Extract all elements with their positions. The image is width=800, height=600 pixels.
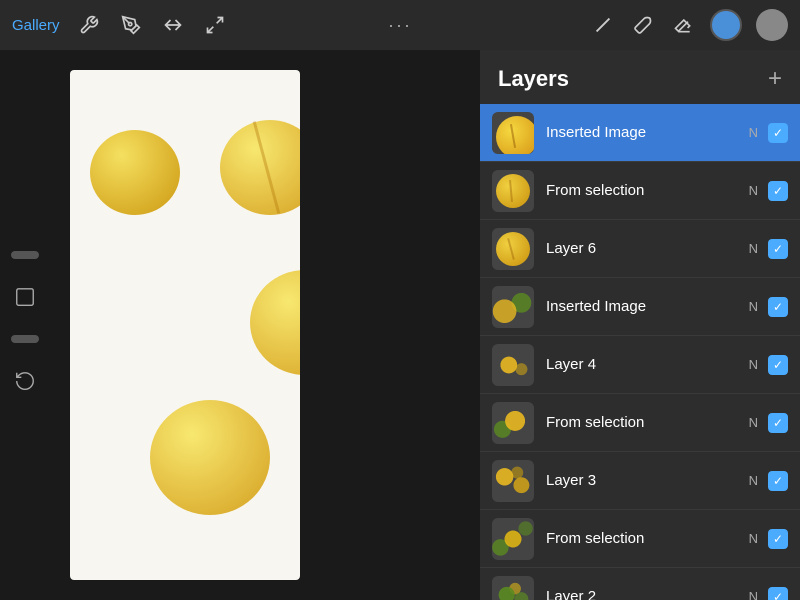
layer-mode: N — [749, 299, 758, 314]
layer-item[interactable]: Inserted Image N — [480, 278, 800, 336]
transform-tool[interactable] — [202, 12, 228, 38]
layer-visibility-check[interactable] — [768, 587, 788, 600]
layer-mode: N — [749, 415, 758, 430]
layer-item[interactable]: From selection N — [480, 394, 800, 452]
layer-visibility-check[interactable] — [768, 239, 788, 259]
layer-item[interactable]: From selection N — [480, 510, 800, 568]
layers-panel: Layers + Inserted Image N From selection… — [480, 50, 800, 600]
layer-thumbnail — [492, 518, 534, 560]
layer-item[interactable]: From selection N — [480, 162, 800, 220]
opacity-slider[interactable] — [11, 335, 39, 343]
toolbar-center: ··· — [388, 15, 412, 36]
left-toolbar — [0, 50, 50, 600]
brush-size-slider[interactable] — [11, 251, 39, 259]
layer-mode: N — [749, 473, 758, 488]
canvas-surface — [70, 70, 300, 580]
toolbar-right — [590, 9, 788, 41]
layer-thumbnail — [492, 576, 534, 600]
layer-visibility-check[interactable] — [768, 471, 788, 491]
layer-thumbnail — [492, 170, 534, 212]
layer-name: Inserted Image — [546, 124, 749, 141]
layer-mode: N — [749, 183, 758, 198]
layer-name: Inserted Image — [546, 298, 749, 315]
lemon-top-left — [90, 130, 180, 215]
layer-visibility-check[interactable] — [768, 297, 788, 317]
selection-tool[interactable] — [7, 279, 43, 315]
layer-thumbnail — [492, 344, 534, 386]
layer-name: From selection — [546, 530, 749, 547]
layer-mode: N — [749, 125, 758, 140]
layer-thumbnail — [492, 286, 534, 328]
layer-visibility-check[interactable] — [768, 355, 788, 375]
layer-thumbnail — [492, 112, 534, 154]
layers-header: Layers + — [480, 50, 800, 104]
smudge-tool[interactable] — [160, 12, 186, 38]
layer-mode: N — [749, 241, 758, 256]
layer-thumbnail — [492, 228, 534, 270]
eraser-icon[interactable] — [670, 12, 696, 38]
layers-list: Inserted Image N From selection N Layer … — [480, 104, 800, 600]
layers-title: Layers — [498, 66, 569, 92]
layer-thumbnail — [492, 402, 534, 444]
layer-item[interactable]: Layer 6 N — [480, 220, 800, 278]
lemon-middle — [250, 270, 300, 375]
lemon-halved-top — [220, 120, 300, 215]
layer-visibility-check[interactable] — [768, 413, 788, 433]
layer-mode: N — [749, 357, 758, 372]
more-options[interactable]: ··· — [388, 15, 412, 36]
wrench-tool[interactable] — [76, 12, 102, 38]
toolbar: Gallery ··· — [0, 0, 800, 50]
layer-visibility-check[interactable] — [768, 181, 788, 201]
drawing-canvas[interactable] — [50, 50, 320, 600]
layer-item[interactable]: Layer 2 N — [480, 568, 800, 600]
layer-name: From selection — [546, 414, 749, 431]
undo-tool[interactable] — [7, 363, 43, 399]
gallery-button[interactable]: Gallery — [12, 17, 60, 34]
layer-name: Layer 4 — [546, 356, 749, 373]
lemon-bottom-left — [150, 400, 270, 515]
layer-thumbnail — [492, 460, 534, 502]
layer-mode: N — [749, 589, 758, 600]
layer-name: Layer 6 — [546, 240, 749, 257]
line-tool-icon[interactable] — [590, 12, 616, 38]
eyedropper-icon[interactable] — [630, 12, 656, 38]
layer-name: Layer 2 — [546, 588, 749, 600]
layer-item[interactable]: Layer 4 N — [480, 336, 800, 394]
layer-mode: N — [749, 531, 758, 546]
layer-visibility-check[interactable] — [768, 529, 788, 549]
add-layer-button[interactable]: + — [768, 67, 782, 91]
layer-item[interactable]: Inserted Image N — [480, 104, 800, 162]
layer-name: Layer 3 — [546, 472, 749, 489]
color-picker[interactable] — [710, 9, 742, 41]
layer-name: From selection — [546, 182, 749, 199]
toolbar-left: Gallery — [12, 12, 228, 38]
avatar[interactable] — [756, 9, 788, 41]
layer-visibility-check[interactable] — [768, 123, 788, 143]
brush-tool[interactable] — [118, 12, 144, 38]
layer-item[interactable]: Layer 3 N — [480, 452, 800, 510]
